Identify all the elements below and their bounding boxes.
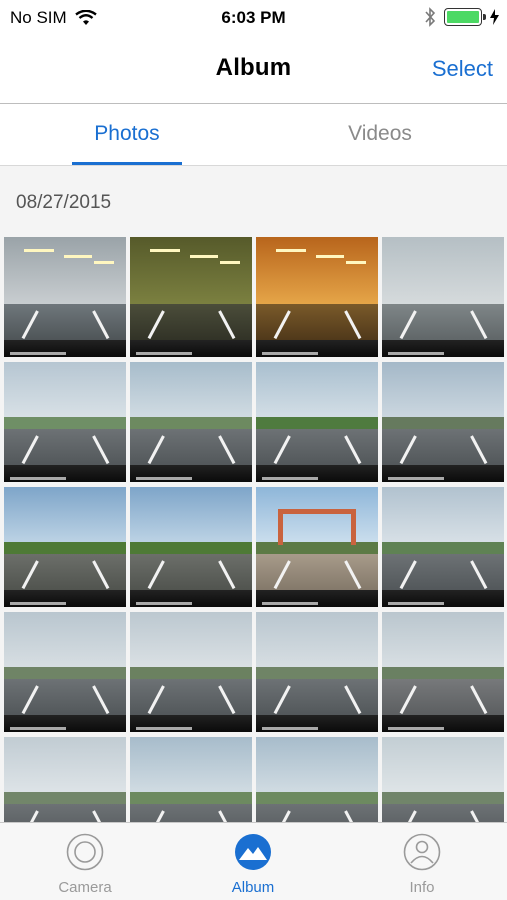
thumbnail-road [382, 679, 504, 720]
tab-bar: Camera Album Info [0, 822, 507, 900]
photo-thumbnail[interactable] [256, 487, 378, 607]
photo-thumbnail[interactable] [382, 237, 504, 357]
date-section-header: 08/27/2015 [16, 192, 112, 213]
thumbnail-gate [277, 508, 357, 545]
photo-thumbnail[interactable] [130, 487, 252, 607]
charging-icon [490, 9, 499, 25]
thumbnail-timestamp-overlay [136, 477, 192, 480]
thumbnail-ceiling-light [276, 249, 306, 252]
thumbnail-road [382, 429, 504, 470]
photo-thumbnail[interactable] [130, 362, 252, 482]
thumbnail-road [256, 679, 378, 720]
thumbnail-timestamp-overlay [262, 602, 318, 605]
tab-info[interactable]: Info [362, 823, 482, 900]
thumbnail-ceiling-light [190, 255, 218, 258]
tab-album[interactable]: Album [193, 823, 313, 900]
thumbnail-road [130, 304, 252, 345]
thumbnail-timestamp-overlay [10, 727, 66, 730]
thumbnail-road [4, 804, 126, 822]
navigation-bar: Album Select [0, 38, 507, 104]
thumbnail-ceiling-light [316, 255, 344, 258]
thumbnail-road [130, 804, 252, 822]
thumbnail-ceiling-light [150, 249, 180, 252]
thumbnail-timestamp-overlay [10, 477, 66, 480]
bluetooth-icon [425, 7, 436, 27]
photo-thumbnail[interactable] [130, 612, 252, 732]
thumbnail-road [256, 554, 378, 595]
photo-thumbnail[interactable] [130, 237, 252, 357]
thumbnail-timestamp-overlay [136, 727, 192, 730]
photo-thumbnail[interactable] [4, 237, 126, 357]
info-icon [403, 833, 441, 871]
thumbnail-road [4, 554, 126, 595]
thumbnail-road [4, 679, 126, 720]
photo-thumbnail[interactable] [256, 237, 378, 357]
thumbnail-road [382, 304, 504, 345]
photo-thumbnail[interactable] [4, 362, 126, 482]
media-type-tabs: Photos Videos [0, 104, 507, 166]
active-tab-indicator [72, 162, 182, 165]
tab-info-label: Info [409, 879, 435, 896]
battery-tip [483, 14, 486, 20]
battery-fill [447, 11, 479, 23]
thumbnail-timestamp-overlay [262, 727, 318, 730]
photo-thumbnail[interactable] [382, 737, 504, 822]
photo-thumbnail[interactable] [256, 612, 378, 732]
photo-library[interactable]: 08/27/2015 [0, 166, 507, 822]
thumbnail-timestamp-overlay [388, 352, 444, 355]
tab-camera-label: Camera [58, 879, 112, 896]
photo-grid [4, 237, 504, 822]
thumbnail-road [382, 804, 504, 822]
thumbnail-road [130, 429, 252, 470]
thumbnail-road [4, 304, 126, 345]
thumbnail-timestamp-overlay [136, 602, 192, 605]
thumbnail-timestamp-overlay [262, 477, 318, 480]
battery-icon [444, 8, 486, 26]
photo-thumbnail[interactable] [4, 487, 126, 607]
photo-thumbnail[interactable] [382, 487, 504, 607]
photo-thumbnail[interactable] [4, 612, 126, 732]
thumbnail-ceiling-light [64, 255, 92, 258]
photo-thumbnail[interactable] [382, 612, 504, 732]
thumbnail-timestamp-overlay [10, 602, 66, 605]
thumbnail-ceiling-light [220, 261, 240, 264]
status-bar: No SIM 6:03 PM [0, 0, 507, 38]
thumbnail-timestamp-overlay [262, 352, 318, 355]
thumbnail-road [256, 304, 378, 345]
select-button[interactable]: Select [432, 56, 493, 82]
thumbnail-ceiling-light [94, 261, 114, 264]
thumbnail-timestamp-overlay [388, 602, 444, 605]
thumbnail-road [130, 679, 252, 720]
status-right [424, 7, 499, 27]
thumbnail-ceiling-light [346, 261, 366, 264]
thumbnail-timestamp-overlay [388, 477, 444, 480]
photo-thumbnail[interactable] [256, 737, 378, 822]
thumbnail-road [4, 429, 126, 470]
thumbnail-road [382, 554, 504, 595]
thumbnail-road [256, 429, 378, 470]
thumbnail-ceiling-light [24, 249, 54, 252]
tab-videos[interactable]: Videos [325, 122, 435, 146]
thumbnail-road [256, 804, 378, 822]
tab-camera[interactable]: Camera [25, 823, 145, 900]
album-icon [235, 834, 271, 870]
photo-thumbnail[interactable] [256, 362, 378, 482]
tab-photos[interactable]: Photos [72, 122, 182, 146]
thumbnail-timestamp-overlay [10, 352, 66, 355]
thumbnail-timestamp-overlay [136, 352, 192, 355]
camera-icon [66, 833, 104, 871]
thumbnail-timestamp-overlay [388, 727, 444, 730]
tab-album-label: Album [231, 879, 275, 896]
photo-thumbnail[interactable] [4, 737, 126, 822]
photo-thumbnail[interactable] [130, 737, 252, 822]
thumbnail-road [130, 554, 252, 595]
photo-thumbnail[interactable] [382, 362, 504, 482]
